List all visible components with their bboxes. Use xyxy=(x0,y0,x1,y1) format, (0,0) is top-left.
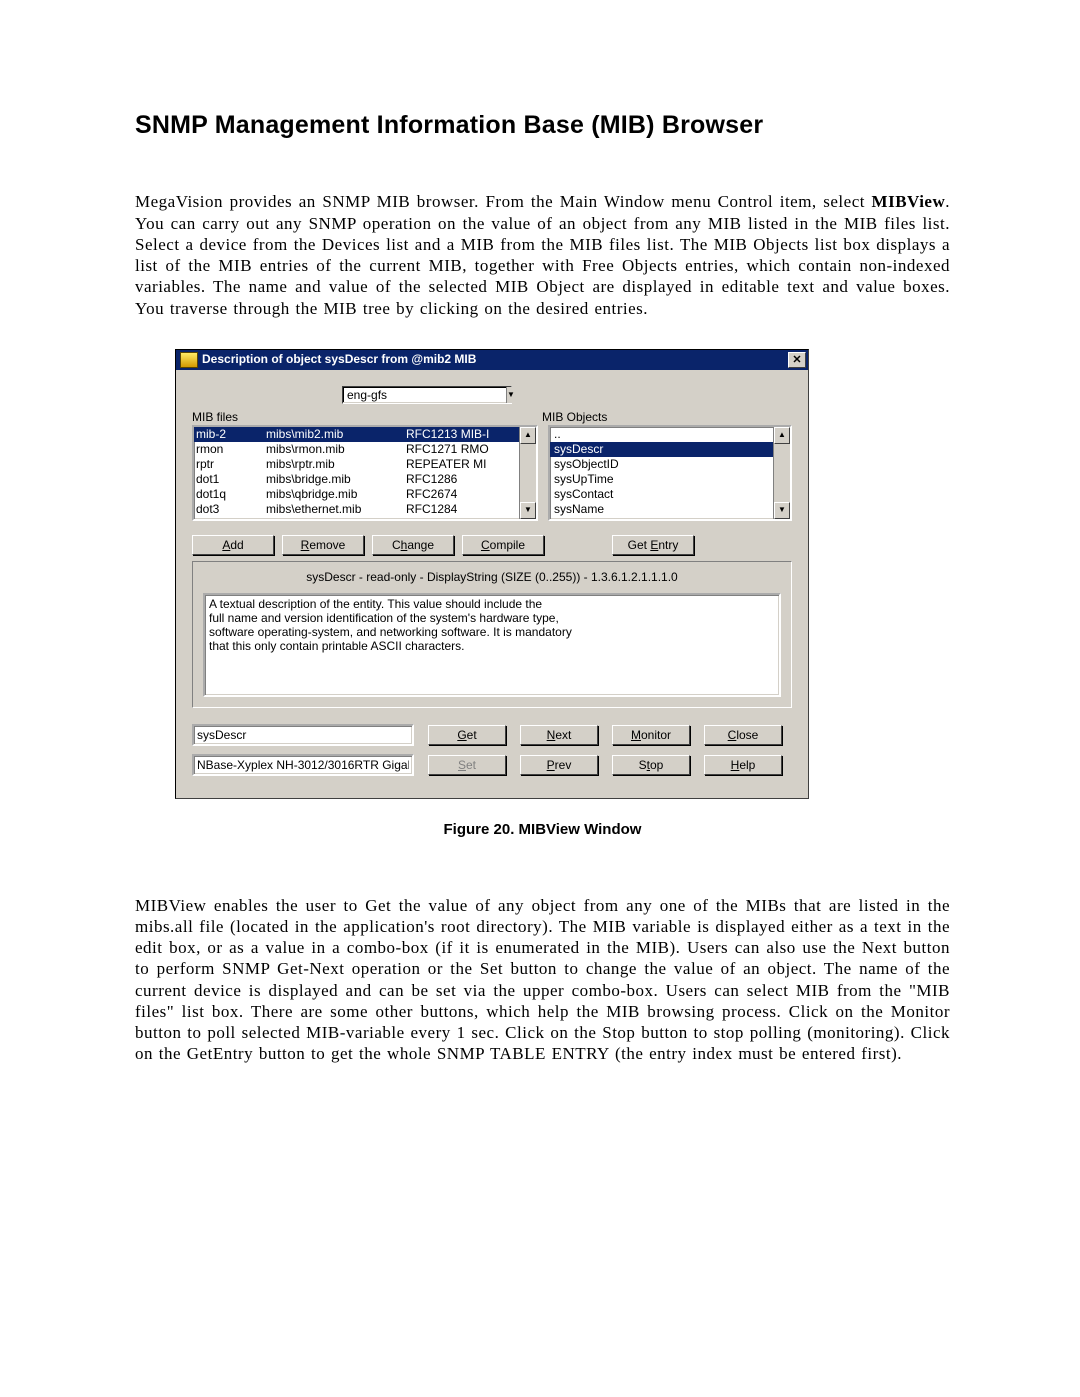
scroll-up-icon[interactable]: ▲ xyxy=(520,427,536,444)
change-button[interactable]: Change xyxy=(372,535,454,555)
intro-paragraph: MegaVision provides an SNMP MIB browser.… xyxy=(135,191,950,319)
scroll-down-icon[interactable]: ▼ xyxy=(520,502,536,519)
chevron-down-icon[interactable]: ▼ xyxy=(506,387,515,403)
help-button[interactable]: Help xyxy=(704,755,782,775)
mib-files-label: MIB files xyxy=(192,410,542,425)
list-item[interactable]: dot1qmibs\qbridge.mibRFC2674 xyxy=(194,487,536,502)
object-info-frame: sysDescr - read-only - DisplayString (SI… xyxy=(192,561,792,708)
list-item[interactable]: dot3mibs\ethernet.mibRFC1284 xyxy=(194,502,536,517)
desc-line: software operating-system, and networkin… xyxy=(209,625,775,639)
list-item[interactable]: rmonmibs\rmon.mibRFC1271 RMO xyxy=(194,442,536,457)
page-title: SNMP Management Information Base (MIB) B… xyxy=(135,110,950,141)
window-title: Description of object sysDescr from @mib… xyxy=(202,352,788,367)
details-paragraph: MIBView enables the user to Get the valu… xyxy=(135,895,950,1065)
list-item[interactable]: .. xyxy=(550,427,790,442)
para1-bold: MIBView xyxy=(872,192,946,211)
list-item[interactable]: sysUpTime xyxy=(550,472,790,487)
get-entry-button[interactable]: Get Entry xyxy=(612,535,694,555)
list-item[interactable]: dot1mibs\bridge.mibRFC1286 xyxy=(194,472,536,487)
mib-objects-list[interactable]: ..sysDescrsysObjectIDsysUpTimesysContact… xyxy=(548,425,792,521)
prev-button[interactable]: Prev xyxy=(520,755,598,775)
close-button[interactable]: Close xyxy=(704,725,782,745)
close-icon[interactable]: ✕ xyxy=(788,352,806,368)
desc-line: full name and version identification of … xyxy=(209,611,775,625)
description-box: A textual description of the entity. Thi… xyxy=(203,593,781,697)
desc-line: that this only contain printable ASCII c… xyxy=(209,639,775,653)
scrollbar[interactable]: ▲ ▼ xyxy=(519,427,536,519)
compile-button[interactable]: Compile xyxy=(462,535,544,555)
list-item[interactable]: sysContact xyxy=(550,487,790,502)
para1-pre: MegaVision provides an SNMP MIB browser.… xyxy=(135,192,872,211)
device-input[interactable] xyxy=(343,387,506,403)
list-item[interactable]: sysObjectID xyxy=(550,457,790,472)
titlebar: Description of object sysDescr from @mib… xyxy=(176,350,808,370)
list-item[interactable]: mib-2mibs\mib2.mibRFC1213 MIB-I xyxy=(194,427,536,442)
object-name-input[interactable] xyxy=(192,724,414,746)
list-item[interactable]: sysDescr xyxy=(550,442,790,457)
object-info-line: sysDescr - read-only - DisplayString (SI… xyxy=(203,570,781,585)
add-button[interactable]: Add xyxy=(192,535,274,555)
scroll-down-icon[interactable]: ▼ xyxy=(774,502,790,519)
device-combo[interactable]: ▼ xyxy=(342,386,512,404)
object-value-input[interactable] xyxy=(192,754,414,776)
scrollbar[interactable]: ▲ ▼ xyxy=(773,427,790,519)
mibview-window: Description of object sysDescr from @mib… xyxy=(175,349,809,799)
mib-files-list[interactable]: mib-2mibs\mib2.mibRFC1213 MIB-Irmonmibs\… xyxy=(192,425,538,521)
monitor-button[interactable]: Monitor xyxy=(612,725,690,745)
list-item[interactable]: sysName xyxy=(550,502,790,517)
next-button[interactable]: Next xyxy=(520,725,598,745)
app-icon xyxy=(180,352,198,368)
figure-caption: Figure 20. MIBView Window xyxy=(135,821,950,840)
scroll-up-icon[interactable]: ▲ xyxy=(774,427,790,444)
set-button[interactable]: Set xyxy=(428,755,506,775)
desc-line: A textual description of the entity. Thi… xyxy=(209,597,775,611)
mib-objects-label: MIB Objects xyxy=(542,410,792,425)
remove-button[interactable]: Remove xyxy=(282,535,364,555)
get-button[interactable]: Get xyxy=(428,725,506,745)
list-item[interactable]: rptrmibs\rptr.mibREPEATER MI xyxy=(194,457,536,472)
stop-button[interactable]: Stop xyxy=(612,755,690,775)
